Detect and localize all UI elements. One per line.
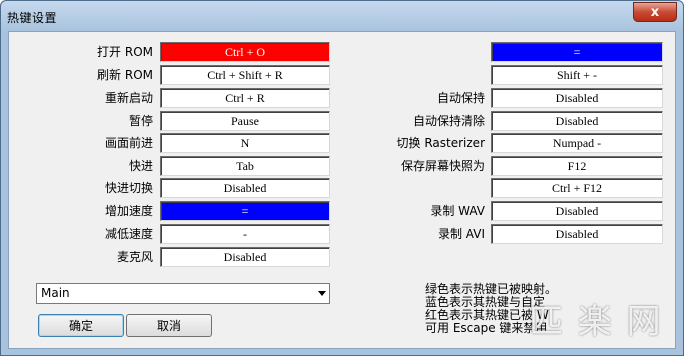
hotkey-field[interactable]: N (160, 133, 330, 153)
hotkey-label: 刷新 ROM (97, 68, 153, 82)
ok-button[interactable]: 确定 (38, 314, 124, 337)
hotkey-settings-window: 热键设置 x 打开 ROM Ctrl + O 刷新 ROM Ctrl + Shift … (0, 0, 684, 356)
close-icon: x (650, 4, 660, 20)
hotkey-label: 录制 WAV (430, 204, 485, 218)
ok-button-label: 确定 (68, 319, 93, 333)
window-title: 热键设置 (7, 11, 58, 25)
hotkey-label: 自动保持清除 (412, 114, 485, 128)
hotkey-field[interactable]: Numpad - (491, 133, 663, 153)
cancel-button[interactable]: 取消 (126, 314, 212, 337)
watermark-logo: 匹 楽 网 (529, 302, 663, 342)
profile-select-value: Main (41, 286, 70, 300)
hotkey-label: 暂停 (128, 114, 153, 128)
hotkey-label: 快进切换 (104, 181, 153, 195)
hotkey-field[interactable]: = (160, 201, 330, 221)
hotkey-field[interactable]: Disabled (491, 224, 663, 244)
title-bar[interactable]: 热键设置 x (1, 1, 683, 31)
close-button[interactable]: x (633, 2, 677, 22)
hotkey-field[interactable]: Disabled (160, 247, 330, 267)
hotkey-field[interactable]: Ctrl + O (160, 42, 330, 62)
hotkey-field[interactable]: Ctrl + R (160, 88, 330, 108)
hotkey-label: 画面前进 (104, 136, 153, 150)
legend-blue: 蓝色表示其热键与自定 (425, 295, 546, 309)
hotkey-field[interactable]: - (160, 224, 330, 244)
dialog-body: 打开 ROM Ctrl + O 刷新 ROM Ctrl + Shift + R 重新启动… (8, 31, 676, 349)
cancel-button-label: 取消 (156, 319, 181, 333)
hotkey-label: 快进 (128, 159, 153, 173)
hotkey-label: 减低速度 (104, 227, 153, 241)
hotkey-field[interactable]: Disabled (491, 111, 663, 131)
profile-select[interactable]: Main (36, 283, 330, 304)
hotkey-field[interactable]: Disabled (491, 201, 663, 221)
hotkey-field[interactable]: Ctrl + F12 (491, 178, 663, 198)
hotkey-label: 切换 Rasterizer (396, 136, 485, 150)
hotkey-label: 自动保持 (436, 91, 485, 105)
hotkey-field[interactable]: Tab (160, 156, 330, 176)
hotkey-field[interactable]: Disabled (491, 88, 663, 108)
hotkey-label: 重新启动 (104, 91, 153, 105)
hotkey-field[interactable]: Pause (160, 111, 330, 131)
hotkey-label: 打开 ROM (97, 45, 153, 59)
hotkey-field[interactable]: = (491, 42, 663, 62)
chevron-down-icon[interactable] (318, 291, 326, 296)
hotkey-field[interactable]: Shift + - (491, 65, 663, 85)
hotkey-field[interactable]: F12 (491, 156, 663, 176)
hotkey-label: 增加速度 (104, 204, 153, 218)
hotkey-field[interactable]: Ctrl + Shift + R (160, 65, 330, 85)
hotkey-label: 麦克风 (116, 250, 153, 264)
hotkey-label: 保存屏幕快照为 (400, 159, 485, 173)
hotkey-label: 录制 AVI (437, 227, 485, 241)
hotkey-field[interactable]: Disabled (160, 178, 330, 198)
